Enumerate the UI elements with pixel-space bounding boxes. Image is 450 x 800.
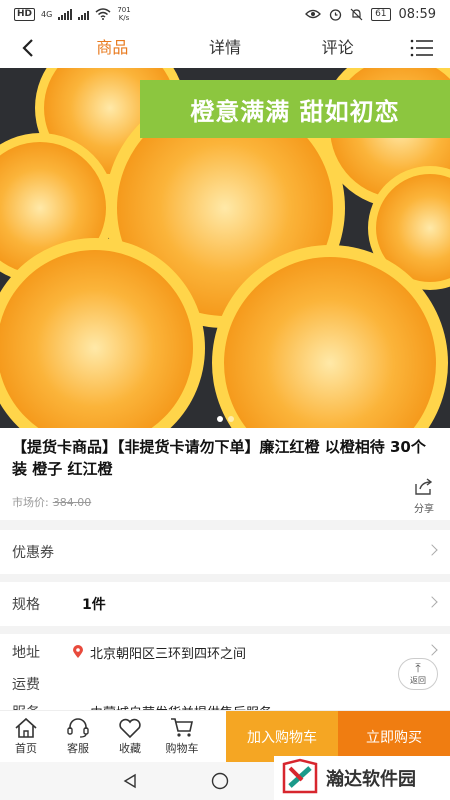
- top-nav: 商品 详情 评论: [0, 28, 450, 68]
- carousel-dot[interactable]: [227, 416, 234, 422]
- bottom-action-bar: 首页 客服 收藏 购物车 加入购物车 立即购买: [0, 710, 450, 763]
- signal-icon: [58, 8, 73, 20]
- spec-row[interactable]: 规格 1件: [0, 582, 450, 626]
- circle-home-icon: [211, 772, 229, 790]
- coupon-row[interactable]: 优惠券: [0, 530, 450, 574]
- cart-icon: [171, 718, 193, 737]
- favorite-button[interactable]: 收藏: [104, 711, 156, 762]
- heart-icon: [119, 718, 141, 739]
- promo-banner: 橙意满满 甜如初恋: [140, 80, 450, 138]
- chevron-right-icon: [426, 596, 438, 608]
- watermark-text: 瀚达软件园: [326, 769, 416, 790]
- shipping-label: 运费: [12, 677, 40, 693]
- eye-icon: [305, 9, 321, 19]
- clock: 08:59: [398, 6, 436, 22]
- product-title: 【提货卡商品】【非提货卡请勿下单】廉江红橙 以橙相待 30个装 橙子 红江橙: [12, 438, 426, 478]
- mute-icon: [350, 8, 363, 20]
- location-pin-icon: [73, 645, 83, 658]
- home-icon: [15, 717, 37, 738]
- coupon-label: 优惠券: [12, 545, 54, 561]
- headset-icon: [67, 718, 89, 738]
- watermark: 瀚达软件园: [274, 756, 450, 800]
- net-speed: 701 K/s: [117, 6, 131, 22]
- back-button[interactable]: [0, 28, 56, 68]
- address-section[interactable]: 地址 北京朝阳区三环到四环之间 运费 服务 由蒙城自营发货并提供售后服务: [0, 634, 450, 714]
- share-icon: [415, 478, 433, 495]
- status-bar: HD 4G 701 K/s 61 08:59: [0, 0, 450, 28]
- back-to-top-button[interactable]: ⤒ 返回: [398, 658, 438, 690]
- home-button[interactable]: 首页: [0, 711, 52, 762]
- tab-detail[interactable]: 详情: [199, 28, 251, 68]
- favorite-label: 收藏: [119, 742, 141, 755]
- arrow-up-icon: ⤒: [415, 661, 421, 675]
- spec-value: 1件: [82, 597, 106, 613]
- market-price-value: 384.00: [52, 496, 92, 509]
- chevron-right-icon: [426, 644, 438, 656]
- banner-slogan: 橙意满满 甜如初恋: [190, 97, 400, 126]
- signal-icon-2: [78, 9, 90, 20]
- cart-label: 购物车: [165, 742, 199, 755]
- back-to-top-label: 返回: [410, 676, 426, 685]
- chevron-right-icon: [426, 544, 438, 556]
- divider: [0, 520, 450, 530]
- service-label: 服务: [12, 702, 72, 710]
- menu-button[interactable]: [394, 28, 450, 68]
- customer-service-button[interactable]: 客服: [52, 711, 104, 762]
- address-value: 北京朝阳区三环到四环之间: [90, 646, 247, 662]
- service-value: 由蒙城自营发货并提供售后服务: [90, 702, 272, 710]
- hd-badge: HD: [14, 7, 36, 21]
- divider: [0, 626, 450, 634]
- wifi-icon: [95, 8, 111, 20]
- network-type: 4G: [41, 9, 53, 19]
- carousel-dots: [0, 416, 450, 422]
- battery-level: 61: [371, 7, 391, 21]
- tab-product[interactable]: 商品: [86, 28, 138, 68]
- system-home-button[interactable]: [170, 772, 270, 790]
- watermark-logo: [282, 758, 318, 794]
- menu-icon: [410, 39, 433, 57]
- home-label: 首页: [15, 742, 37, 755]
- alarm-icon: [329, 8, 342, 21]
- chevron-left-icon: [22, 39, 33, 57]
- tab-review[interactable]: 评论: [312, 28, 364, 68]
- address-label: 地址: [12, 645, 40, 661]
- share-label: 分享: [414, 504, 434, 515]
- system-back-button[interactable]: [90, 773, 170, 789]
- carousel-dot[interactable]: [216, 416, 223, 422]
- share-button[interactable]: 分享: [410, 478, 438, 515]
- market-price: 市场价: 384.00: [12, 494, 91, 510]
- product-image-carousel[interactable]: 橙意满满 甜如初恋: [0, 68, 450, 428]
- triangle-back-icon: [123, 773, 136, 789]
- service-label: 客服: [67, 742, 89, 755]
- market-price-label: 市场价:: [12, 496, 49, 509]
- cart-button[interactable]: 购物车: [156, 711, 208, 762]
- spec-label: 规格: [12, 597, 40, 613]
